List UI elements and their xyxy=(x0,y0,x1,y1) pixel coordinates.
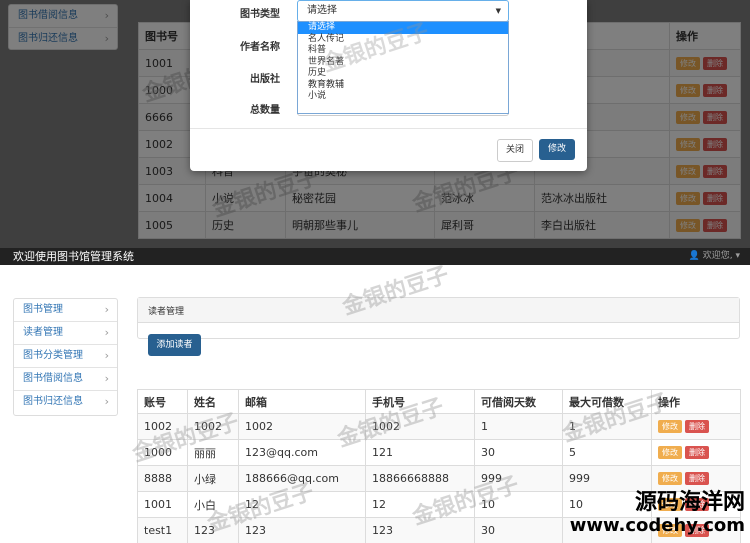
chevron-right-icon: › xyxy=(104,372,109,385)
column-header: 邮箱 xyxy=(238,389,366,414)
ops-cell: 修改删除 xyxy=(651,413,741,440)
column-header: 账号 xyxy=(137,389,188,414)
sidebar-item-borrow-info[interactable]: 图书借阅信息› xyxy=(14,368,117,391)
close-button[interactable]: 关闭 xyxy=(497,139,533,162)
table-cell: 8888 xyxy=(137,465,188,492)
delete-button[interactable]: 删除 xyxy=(685,472,709,486)
table-cell: 1001 xyxy=(137,491,188,518)
caret-down-icon: ▾ xyxy=(735,251,740,261)
reader-management-page: 图书管理 › 读者管理 › 图书分类管理 › 图书借阅信息 › 图书归还信息 › 读者管理… xyxy=(0,262,750,543)
author-label: 作者名称 xyxy=(240,42,280,53)
site-credit: 源码海洋网 www.codehy.com xyxy=(570,492,745,535)
panel-title: 读者管理 xyxy=(138,298,739,323)
add-reader-button[interactable]: 添加读者 xyxy=(148,334,201,356)
chevron-right-icon: › xyxy=(104,303,109,316)
table-cell: 30 xyxy=(474,439,563,466)
table-cell: 30 xyxy=(474,517,563,543)
modal-footer xyxy=(190,128,587,129)
sidebar-item-reader-management[interactable]: 读者管理 › xyxy=(14,322,117,345)
column-header: 可借阅天数 xyxy=(474,389,563,414)
table-cell: test1 xyxy=(137,517,188,543)
bottom-sidebar: 图书管理 › 读者管理 › 图书分类管理 › 图书借阅信息 › 图书归还信息 › xyxy=(13,298,118,416)
book-type-select[interactable]: 请选择 ▼ xyxy=(297,0,509,22)
book-type-dropdown: 请选择 名人传记 科普 世界名著 历史 教育教辅 小说 xyxy=(297,21,509,114)
chevron-right-icon: › xyxy=(104,326,109,339)
table-cell: 小绿 xyxy=(187,465,239,492)
edit-button[interactable]: 修改 xyxy=(658,446,682,460)
table-cell: 121 xyxy=(365,439,475,466)
total-label: 总数量 xyxy=(250,105,280,116)
dropdown-option[interactable]: 历史 xyxy=(298,68,508,80)
type-label: 图书类型 xyxy=(240,9,280,20)
dropdown-option[interactable]: 教育教辅 xyxy=(298,80,508,92)
dropdown-option[interactable]: 请选择 xyxy=(298,22,508,34)
user-icon: 👤 xyxy=(688,251,700,261)
credit-title: 源码海洋网 xyxy=(634,490,745,515)
chevron-right-icon: › xyxy=(104,395,109,408)
table-row: 8888 小绿 188666@qq.com 18866668888 999 999 修改 删除 xyxy=(137,465,741,492)
table-cell: 1 xyxy=(474,413,563,440)
dropdown-option[interactable]: 名人传记 xyxy=(298,34,508,46)
user-menu[interactable]: 👤 欢迎您, ▾ xyxy=(689,248,740,265)
navbar: 欢迎使用图书馆管理系统 👤 欢迎您, ▾ xyxy=(0,248,750,265)
submit-edit-button[interactable]: 修改 xyxy=(539,139,575,160)
edit-book-modal: 图书类型 请选择 ▼ 作者名称 出版社 总数量 请选择 名人传记 科普 世界名著 历史教… xyxy=(190,0,587,171)
table-cell: 999 xyxy=(562,465,652,492)
ops-cell: 修改删除 xyxy=(651,439,741,466)
credit-url: www.codehy.com xyxy=(569,515,745,536)
reader-panel: 读者管理 xyxy=(137,297,740,339)
chevron-right-icon: › xyxy=(104,349,109,362)
dropdown-option[interactable]: 世界名著 xyxy=(298,57,508,69)
delete-button[interactable]: 删除 xyxy=(685,446,709,460)
delete-button[interactable]: 删除 xyxy=(685,420,709,434)
dropdown-option[interactable]: 小说 xyxy=(298,91,508,103)
sidebar-item-category-management[interactable]: 图书分类管理 › xyxy=(14,345,117,368)
caret-down-icon: ▼ xyxy=(495,7,501,15)
app-title: 欢迎使用图书馆管理系统 xyxy=(13,250,134,263)
sidebar-item-return-info[interactable]: 图书归还信息› xyxy=(14,391,117,414)
sidebar-item-book-management[interactable]: 图书管理 › xyxy=(14,299,117,322)
ops-cell: 修改删除 xyxy=(651,465,741,492)
publisher-label: 出版社 xyxy=(250,74,280,85)
edit-button[interactable]: 修改 xyxy=(658,420,682,434)
table-row: 1000 丽丽 123@qq.com 121 30 5 修改 删除 xyxy=(137,439,741,466)
dropdown-option[interactable]: 科普 xyxy=(298,45,508,57)
edit-button[interactable]: 修改 xyxy=(658,472,682,486)
